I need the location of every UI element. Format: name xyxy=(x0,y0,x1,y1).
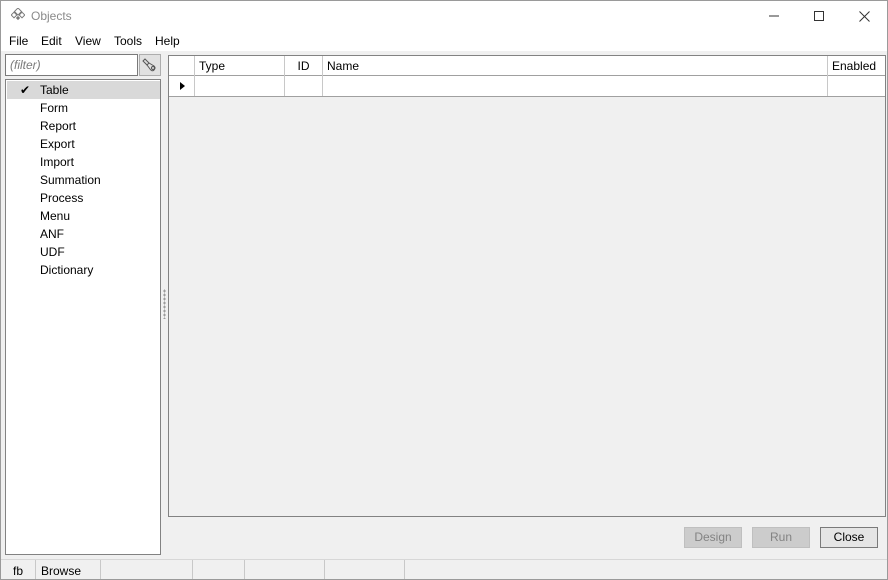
flashlight-icon xyxy=(142,58,156,72)
cell-name[interactable] xyxy=(323,76,828,96)
close-icon xyxy=(858,10,870,22)
close-button[interactable]: Close xyxy=(820,527,878,548)
panel-splitter[interactable] xyxy=(163,289,166,319)
status-panel-5 xyxy=(245,560,325,579)
filter-input[interactable] xyxy=(5,54,138,76)
status-panel-mode: Browse xyxy=(36,560,101,579)
status-panel-4 xyxy=(193,560,245,579)
column-header-type[interactable]: Type xyxy=(195,56,285,76)
category-item-menu[interactable]: Menu xyxy=(7,207,160,225)
category-item-table[interactable]: ✔ Table xyxy=(7,81,160,99)
objects-grid: Type ID Name Enabled xyxy=(168,55,886,517)
row-header-corner xyxy=(169,56,195,76)
column-header-name[interactable]: Name xyxy=(323,56,828,76)
status-panel-7 xyxy=(405,560,887,579)
column-header-enabled[interactable]: Enabled xyxy=(828,56,885,76)
cell-type[interactable] xyxy=(195,76,285,96)
category-item-report[interactable]: Report xyxy=(7,117,160,135)
menu-tools[interactable]: Tools xyxy=(114,34,142,48)
minimize-button[interactable] xyxy=(751,1,797,31)
maximize-button[interactable] xyxy=(796,1,842,31)
menu-edit[interactable]: Edit xyxy=(41,34,62,48)
category-item-process[interactable]: Process xyxy=(7,189,160,207)
category-item-summation[interactable]: Summation xyxy=(7,171,160,189)
maximize-icon xyxy=(814,11,824,21)
status-panel-3 xyxy=(101,560,193,579)
table-row[interactable] xyxy=(169,76,885,97)
status-panel-db: fb xyxy=(1,560,36,579)
category-item-udf[interactable]: UDF xyxy=(7,243,160,261)
status-panel-6 xyxy=(325,560,405,579)
run-button[interactable]: Run xyxy=(752,527,810,548)
category-list: ✔ Table Form Report Export Import Summat… xyxy=(5,79,161,555)
minimize-icon xyxy=(769,15,779,17)
window-title: Objects xyxy=(31,9,72,23)
cell-id[interactable] xyxy=(285,76,323,96)
filter-button[interactable] xyxy=(139,54,161,76)
category-item-import[interactable]: Import xyxy=(7,153,160,171)
design-button[interactable]: Design xyxy=(684,527,742,548)
category-item-export[interactable]: Export xyxy=(7,135,160,153)
menu-view[interactable]: View xyxy=(75,34,101,48)
grid-header: Type ID Name Enabled xyxy=(169,56,885,76)
category-item-dictionary[interactable]: Dictionary xyxy=(7,261,160,279)
cell-enabled[interactable] xyxy=(828,76,885,96)
menu-file[interactable]: File xyxy=(9,34,28,48)
category-item-form[interactable]: Form xyxy=(7,99,160,117)
menu-help[interactable]: Help xyxy=(155,34,180,48)
app-diamond-icon xyxy=(10,7,26,22)
objects-window: Objects File Edit View Tools Help (filte… xyxy=(0,0,888,580)
row-header[interactable] xyxy=(169,76,195,96)
current-row-arrow-icon xyxy=(180,82,185,90)
category-item-anf[interactable]: ANF xyxy=(7,225,160,243)
status-bar: fb Browse xyxy=(1,559,887,579)
close-window-button[interactable] xyxy=(841,1,887,31)
title-bar: Objects xyxy=(1,1,887,31)
menu-bar: File Edit View Tools Help xyxy=(1,31,887,51)
column-header-id[interactable]: ID xyxy=(285,56,323,76)
checkmark-icon: ✔ xyxy=(20,83,31,97)
